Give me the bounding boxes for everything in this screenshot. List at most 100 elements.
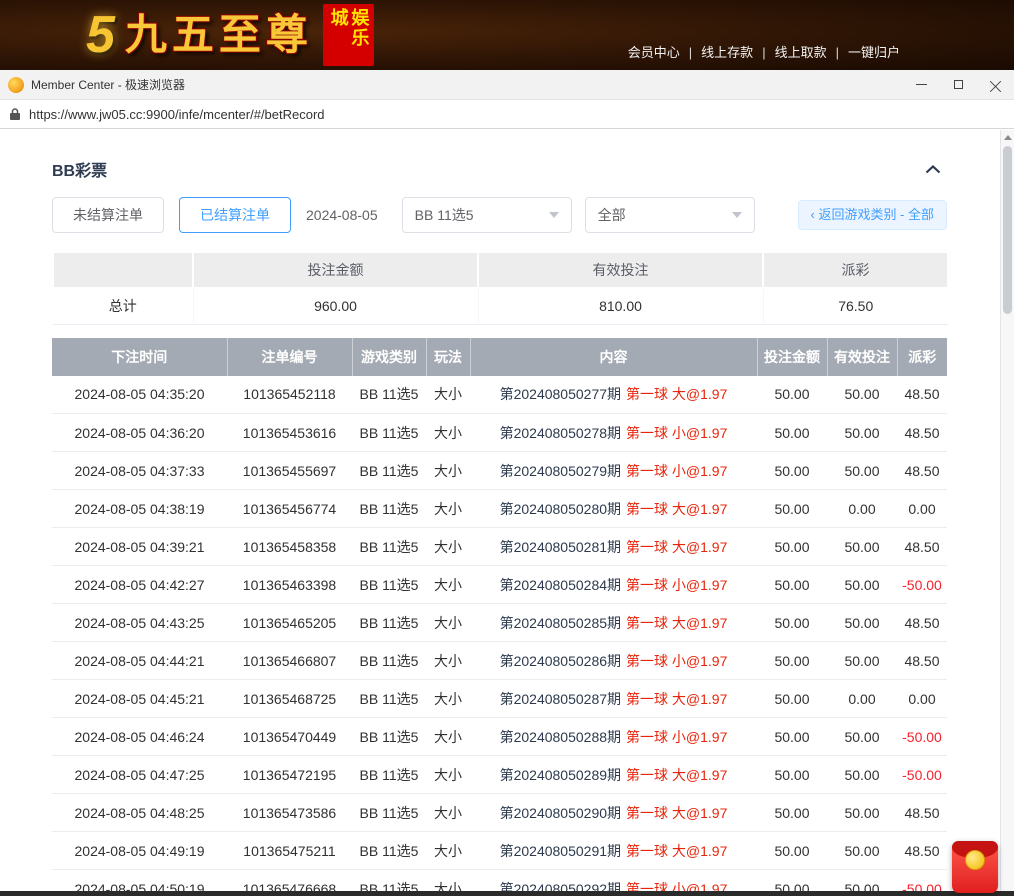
nav-one-key[interactable]: 一键归户 (848, 45, 900, 60)
cell-content: 第202408050280期第一球 大@1.97 (470, 490, 757, 528)
period-text: 第202408050289期 (500, 767, 621, 783)
cell-bet-amount: 50.00 (757, 604, 827, 642)
summary-valid-bet: 810.00 (478, 288, 763, 324)
summary-total-label: 总计 (53, 288, 193, 324)
cell-bet-amount: 50.00 (757, 832, 827, 870)
settled-bets-button[interactable]: 已结算注单 (179, 197, 291, 233)
red-packet-icon[interactable] (952, 841, 998, 893)
cell-bet-amount: 50.00 (757, 452, 827, 490)
cell-bet-id: 101365453616 (227, 414, 352, 452)
table-row: 2024-08-05 04:43:25 101365465205 BB 11选5… (52, 604, 947, 642)
cell-play-type: 大小 (426, 642, 470, 680)
browser-urlbar: https://www.jw05.cc:9900/infe/mcenter/#/… (0, 100, 1014, 129)
cell-content: 第202408050277期第一球 大@1.97 (470, 376, 757, 414)
back-to-category-button[interactable]: ‹ 返回游戏类别 - 全部 (798, 200, 948, 230)
cell-bet-id: 101365475211 (227, 832, 352, 870)
cell-bet-id: 101365466807 (227, 642, 352, 680)
cell-bet-amount: 50.00 (757, 376, 827, 414)
table-row: 2024-08-05 04:39:21 101365458358 BB 11选5… (52, 528, 947, 566)
cell-valid-bet: 50.00 (827, 452, 897, 490)
cell-bet-time: 2024-08-05 04:47:25 (52, 756, 227, 794)
vertical-scrollbar[interactable] (1000, 130, 1014, 896)
period-text: 第202408050278期 (500, 425, 621, 441)
cell-payout: 48.50 (897, 794, 947, 832)
cell-content: 第202408050281期第一球 大@1.97 (470, 528, 757, 566)
cell-payout: 48.50 (897, 376, 947, 414)
bet-detail-text: 第一球 大@1.97 (626, 691, 727, 707)
col-valid-bet: 有效投注 (827, 338, 897, 376)
period-text: 第202408050286期 (500, 653, 621, 669)
cell-bet-time: 2024-08-05 04:37:33 (52, 452, 227, 490)
bet-detail-text: 第一球 小@1.97 (626, 653, 727, 669)
cell-bet-amount: 50.00 (757, 528, 827, 566)
table-row: 2024-08-05 04:48:25 101365473586 BB 11选5… (52, 794, 947, 832)
collapse-section-button[interactable] (919, 163, 947, 176)
cell-valid-bet: 0.00 (827, 490, 897, 528)
cell-bet-time: 2024-08-05 04:49:19 (52, 832, 227, 870)
cell-bet-amount: 50.00 (757, 414, 827, 452)
chevron-down-icon (732, 212, 742, 218)
cell-play-type: 大小 (426, 794, 470, 832)
cell-play-type: 大小 (426, 680, 470, 718)
col-play-type: 玩法 (426, 338, 470, 376)
cell-game-type: BB 11选5 (352, 756, 426, 794)
period-text: 第202408050285期 (500, 615, 621, 631)
chevron-down-icon (549, 212, 559, 218)
bet-detail-text: 第一球 小@1.97 (626, 729, 727, 745)
cell-bet-time: 2024-08-05 04:45:21 (52, 680, 227, 718)
cell-bet-amount: 50.00 (757, 756, 827, 794)
type-select[interactable]: 全部 (585, 197, 755, 233)
bet-record-table: 下注时间 注单编号 游戏类别 玩法 内容 投注金额 有效投注 派彩 2024-0… (52, 338, 947, 896)
close-button[interactable] (977, 70, 1014, 99)
minimize-icon (916, 84, 927, 85)
minimize-button[interactable] (903, 70, 940, 99)
cell-bet-time: 2024-08-05 04:42:27 (52, 566, 227, 604)
table-row: 2024-08-05 04:47:25 101365472195 BB 11选5… (52, 756, 947, 794)
cell-payout: 0.00 (897, 490, 947, 528)
maximize-button[interactable] (940, 70, 977, 99)
cell-bet-id: 101365465205 (227, 604, 352, 642)
nav-member-center[interactable]: 会员中心 (628, 45, 701, 60)
cell-content: 第202408050279期第一球 小@1.97 (470, 452, 757, 490)
cell-content: 第202408050290期第一球 大@1.97 (470, 794, 757, 832)
game-select-value: BB 11选5 (415, 205, 474, 225)
nav-withdraw[interactable]: 线上取款 (775, 45, 848, 60)
taskbar-edge (0, 891, 1014, 896)
cell-play-type: 大小 (426, 452, 470, 490)
game-select[interactable]: BB 11选5 (402, 197, 572, 233)
summary-bet-amount: 960.00 (193, 288, 478, 324)
scrollbar-thumb[interactable] (1003, 146, 1012, 314)
scroll-up-button[interactable] (1001, 130, 1014, 145)
cell-valid-bet: 50.00 (827, 794, 897, 832)
bet-detail-text: 第一球 大@1.97 (626, 539, 727, 555)
cell-play-type: 大小 (426, 376, 470, 414)
summary-header-row: 投注金额 有效投注 派彩 (53, 252, 948, 288)
url-text[interactable]: https://www.jw05.cc:9900/infe/mcenter/#/… (29, 107, 325, 122)
cell-bet-amount: 50.00 (757, 642, 827, 680)
cell-game-type: BB 11选5 (352, 794, 426, 832)
cell-bet-time: 2024-08-05 04:46:24 (52, 718, 227, 756)
table-header-row: 下注时间 注单编号 游戏类别 玩法 内容 投注金额 有效投注 派彩 (52, 338, 947, 376)
nav-deposit[interactable]: 线上存款 (701, 45, 774, 60)
cell-bet-time: 2024-08-05 04:38:19 (52, 490, 227, 528)
unsettled-bets-button[interactable]: 未结算注单 (52, 197, 164, 233)
window-controls (903, 70, 1014, 99)
cell-valid-bet: 50.00 (827, 756, 897, 794)
cell-bet-id: 101365472195 (227, 756, 352, 794)
bet-detail-text: 第一球 大@1.97 (626, 805, 727, 821)
cell-bet-id: 101365458358 (227, 528, 352, 566)
bet-detail-text: 第一球 大@1.97 (626, 767, 727, 783)
cell-payout: 48.50 (897, 528, 947, 566)
site-logo: 5 九五至尊 娱乐城 (86, 2, 374, 68)
cell-payout: -50.00 (897, 718, 947, 756)
browser-titlebar: Member Center - 极速浏览器 (0, 70, 1014, 100)
cell-valid-bet: 0.00 (827, 680, 897, 718)
summary-payout: 76.50 (763, 288, 948, 324)
date-picker[interactable]: 2024-08-05 (306, 207, 378, 223)
cell-content: 第202408050278期第一球 小@1.97 (470, 414, 757, 452)
bet-detail-text: 第一球 小@1.97 (626, 425, 727, 441)
col-bet-id: 注单编号 (227, 338, 352, 376)
cell-payout: -50.00 (897, 566, 947, 604)
chevron-up-icon (925, 165, 941, 174)
cell-content: 第202408050288期第一球 小@1.97 (470, 718, 757, 756)
